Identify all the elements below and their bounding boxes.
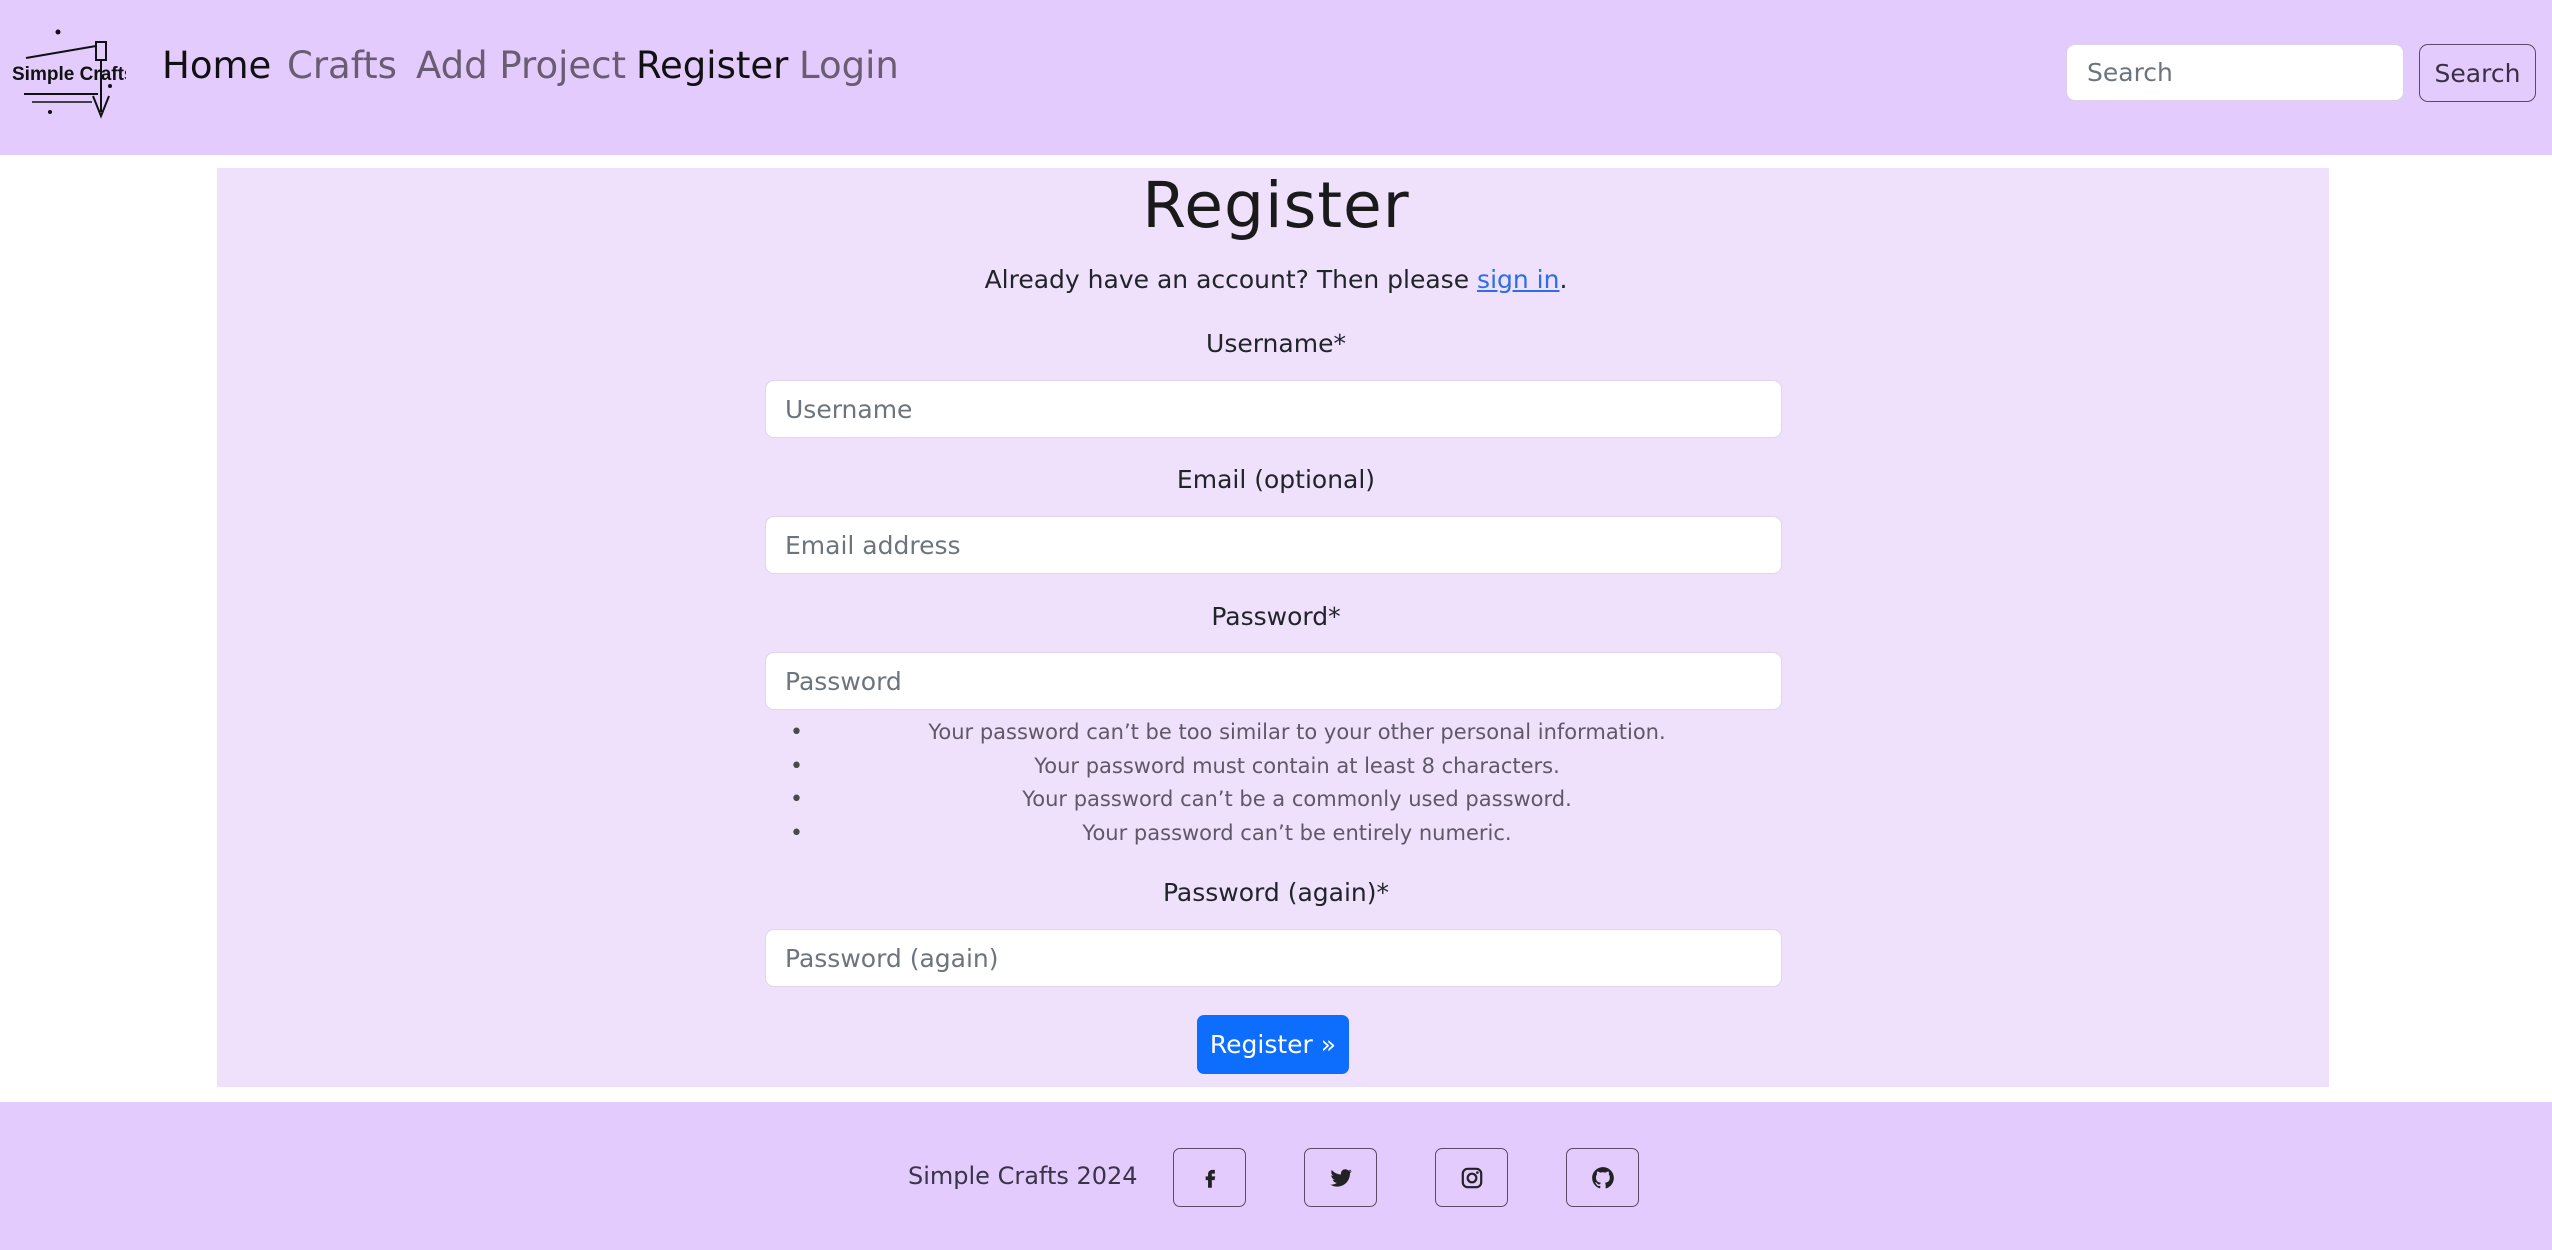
email-label: Email (optional) xyxy=(1176,465,1376,494)
signin-suffix: . xyxy=(1559,265,1568,294)
signin-prompt: Already have an account? Then please sig… xyxy=(0,263,2552,297)
password-again-label: Password (again)* xyxy=(1162,878,1390,907)
navbar: Simple Crafts Home Crafts Add Project Re… xyxy=(0,0,2552,155)
password-label: Password* xyxy=(1211,602,1341,631)
username-field[interactable] xyxy=(765,380,1782,438)
nav-register[interactable]: Register xyxy=(636,42,788,90)
password-field[interactable] xyxy=(765,652,1782,710)
signin-link[interactable]: sign in xyxy=(1477,265,1559,294)
search-button[interactable]: Search xyxy=(2419,44,2536,102)
nav-login[interactable]: Login xyxy=(799,42,899,90)
password-help-item: Your password can’t be a commonly used p… xyxy=(765,783,1829,817)
email-field[interactable] xyxy=(765,516,1782,574)
footer xyxy=(0,1102,2552,1250)
logo-image: Simple Crafts xyxy=(12,29,134,119)
twitter-button[interactable] xyxy=(1304,1148,1377,1207)
facebook-button[interactable] xyxy=(1173,1148,1246,1207)
instagram-icon xyxy=(1461,1167,1482,1188)
password-help-item: Your password can’t be entirely numeric. xyxy=(765,817,1829,851)
brand-logo[interactable]: Simple Crafts xyxy=(10,26,134,122)
username-label: Username* xyxy=(1206,329,1346,358)
password-help-list: Your password can’t be too similar to yo… xyxy=(765,716,1829,850)
page-title: Register xyxy=(1142,169,1410,242)
logo-text: Simple Crafts xyxy=(12,64,126,85)
instagram-button[interactable] xyxy=(1435,1148,1508,1207)
github-button[interactable] xyxy=(1566,1148,1639,1207)
password-help-item: Your password must contain at least 8 ch… xyxy=(765,750,1829,784)
password-again-field[interactable] xyxy=(765,929,1782,987)
search-input[interactable] xyxy=(2066,44,2404,101)
register-button[interactable]: Register » xyxy=(1197,1015,1349,1074)
copyright-text: Simple Crafts 2024 xyxy=(908,1162,1138,1190)
twitter-icon xyxy=(1329,1168,1352,1187)
nav-add-project[interactable]: Add Project xyxy=(416,42,626,90)
github-icon xyxy=(1591,1166,1614,1188)
nav-home[interactable]: Home xyxy=(162,42,271,90)
facebook-icon xyxy=(1205,1169,1215,1188)
nav-crafts[interactable]: Crafts xyxy=(287,42,397,90)
signin-prefix: Already have an account? Then please xyxy=(984,265,1478,294)
password-help-item: Your password can’t be too similar to yo… xyxy=(765,716,1829,750)
